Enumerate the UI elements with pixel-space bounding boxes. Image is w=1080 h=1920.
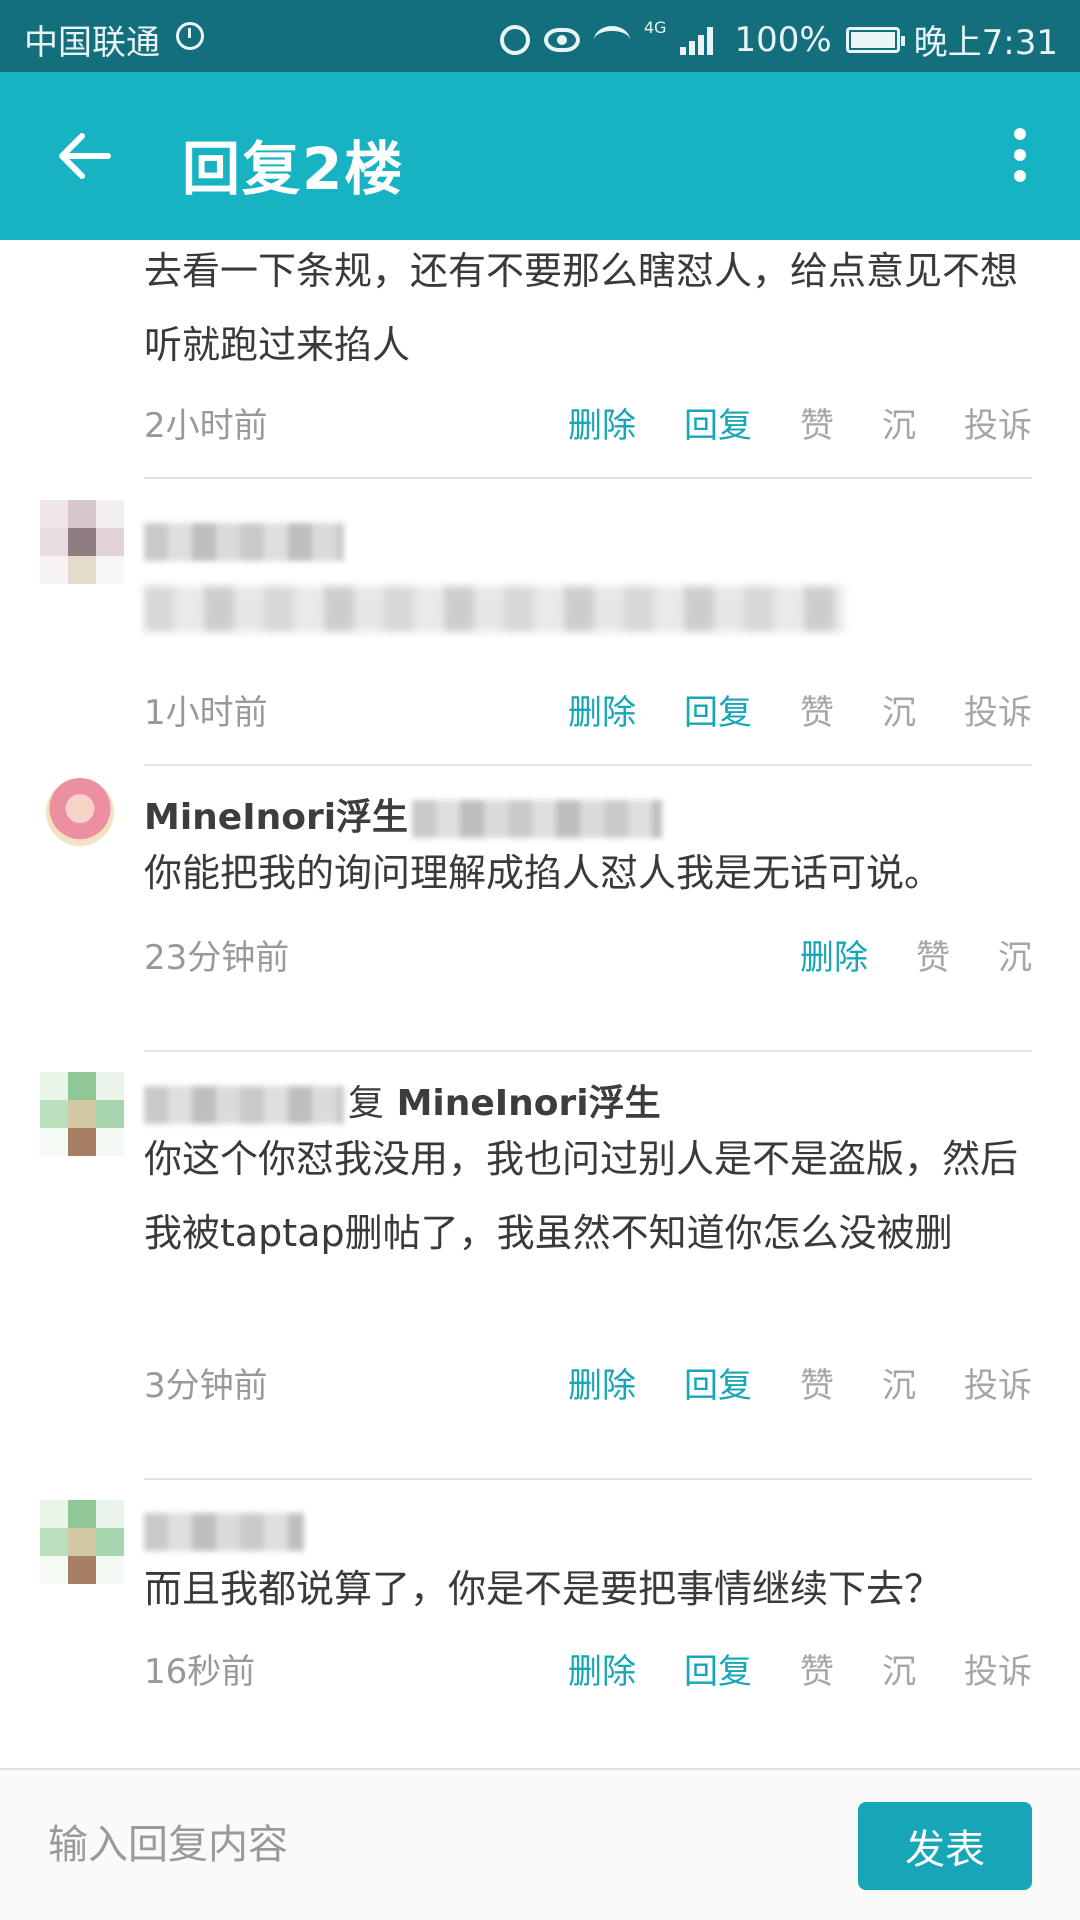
like-button[interactable]: 赞 bbox=[800, 1358, 834, 1407]
battery-icon bbox=[845, 26, 905, 53]
comment-time: 1小时前 bbox=[144, 693, 268, 733]
report-button[interactable]: 投诉 bbox=[964, 398, 1032, 447]
sink-button[interactable]: 沉 bbox=[882, 398, 916, 447]
status-bar: 中国联通 4G 100% 晚上7:31 bbox=[0, 0, 1080, 72]
comment-meta: 23分钟前 删除 赞 沉 bbox=[144, 930, 1032, 980]
reply-button[interactable]: 回复 bbox=[684, 1644, 752, 1693]
reply-list: 去看一下条规，还有不要那么瞎怼人，给点意见不想听就跑过来掐人 2小时前 删除 回… bbox=[0, 240, 1080, 1768]
like-button[interactable]: 赞 bbox=[800, 398, 834, 447]
avatar[interactable] bbox=[40, 500, 124, 584]
comment-actions: 删除 回复 赞 沉 投诉 bbox=[568, 685, 1032, 734]
reply-button[interactable]: 回复 bbox=[684, 398, 752, 447]
delete-button[interactable]: 删除 bbox=[568, 1358, 636, 1407]
divider bbox=[144, 477, 1032, 479]
comment-author[interactable]: 复 MineInori浮生 bbox=[144, 1074, 661, 1126]
more-options-icon[interactable] bbox=[1014, 128, 1028, 182]
reply-button[interactable]: 回复 bbox=[684, 1358, 752, 1407]
comment-meta: 16秒前 删除 回复 赞 沉 投诉 bbox=[144, 1644, 1032, 1694]
comment-actions: 删除 回复 赞 沉 投诉 bbox=[568, 1644, 1032, 1693]
comment-time: 23分钟前 bbox=[144, 938, 290, 978]
comment-time: 2小时前 bbox=[144, 406, 268, 446]
back-arrow-icon[interactable] bbox=[52, 124, 116, 188]
carrier-label: 中国联通 bbox=[24, 23, 160, 63]
like-button[interactable]: 赞 bbox=[916, 930, 950, 979]
comment-time: 3分钟前 bbox=[144, 1366, 268, 1406]
eye-comfort-icon bbox=[543, 27, 580, 52]
delete-button[interactable]: 删除 bbox=[800, 930, 868, 979]
comment-actions: 删除 回复 赞 沉 投诉 bbox=[568, 1358, 1032, 1407]
reply-bar: 发表 bbox=[0, 1768, 1080, 1920]
page-title: 回复2楼 bbox=[182, 135, 405, 203]
divider bbox=[144, 764, 1032, 766]
clock: 晚上7:31 bbox=[913, 23, 1058, 63]
reply-button[interactable]: 回复 bbox=[684, 685, 752, 734]
comment-actions: 删除 回复 赞 沉 投诉 bbox=[568, 398, 1032, 447]
avatar[interactable] bbox=[46, 778, 114, 846]
comment-text: 你能把我的询问理解成掐人怼人我是无话可说。 bbox=[144, 851, 943, 895]
comment-author[interactable] bbox=[144, 1510, 304, 1551]
reply-input[interactable] bbox=[48, 1810, 828, 1880]
comment-author[interactable] bbox=[144, 520, 344, 561]
delete-button[interactable]: 删除 bbox=[568, 1644, 636, 1693]
comment-text: 你这个你怼我没用，我也问过别人是不是盗版，然后我被taptap删帖了，我虽然不知… bbox=[144, 1137, 1019, 1255]
comment-actions: 删除 赞 沉 bbox=[800, 930, 1032, 979]
avatar[interactable] bbox=[40, 1072, 124, 1156]
comment-meta: 3分钟前 删除 回复 赞 沉 投诉 bbox=[144, 1358, 1032, 1408]
signal-icon bbox=[680, 25, 720, 55]
like-button[interactable]: 赞 bbox=[800, 1644, 834, 1693]
comment-time: 16秒前 bbox=[144, 1652, 256, 1692]
comment-author[interactable]: MineInori浮生 bbox=[144, 788, 663, 840]
sink-button[interactable]: 沉 bbox=[882, 1358, 916, 1407]
comment-meta: 2小时前 删除 回复 赞 沉 投诉 bbox=[144, 398, 1032, 448]
network-type: 4G bbox=[643, 18, 667, 37]
reply-to-name[interactable]: MineInori浮生 bbox=[397, 1083, 661, 1124]
wifi-icon bbox=[593, 25, 630, 54]
delete-button[interactable]: 删除 bbox=[568, 398, 636, 447]
alarm-icon bbox=[499, 24, 530, 55]
status-icons: 4G 100% 晚上7:31 bbox=[499, 15, 1058, 64]
report-button[interactable]: 投诉 bbox=[964, 1644, 1032, 1693]
sink-button[interactable]: 沉 bbox=[882, 1644, 916, 1693]
send-button[interactable]: 发表 bbox=[858, 1802, 1032, 1890]
comment-text: 去看一下条规，还有不要那么瞎怼人，给点意见不想听就跑过来掐人 bbox=[144, 249, 1019, 367]
sink-button[interactable]: 沉 bbox=[882, 685, 916, 734]
delete-button[interactable]: 删除 bbox=[568, 685, 636, 734]
divider bbox=[144, 1478, 1032, 1480]
report-button[interactable]: 投诉 bbox=[964, 685, 1032, 734]
like-button[interactable]: 赞 bbox=[800, 685, 834, 734]
comment-text-redacted bbox=[144, 586, 844, 632]
app-bar: 回复2楼 bbox=[0, 72, 1080, 240]
avatar[interactable] bbox=[40, 1500, 124, 1584]
comment-text: 而且我都说算了，你是不是要把事情继续下去？ bbox=[144, 1567, 943, 1611]
sink-button[interactable]: 沉 bbox=[998, 930, 1032, 979]
reply-label: 复 bbox=[348, 1083, 385, 1124]
timer-icon bbox=[176, 22, 204, 50]
battery-percent: 100% bbox=[734, 19, 832, 60]
divider bbox=[144, 1050, 1032, 1052]
comment-meta: 1小时前 删除 回复 赞 沉 投诉 bbox=[144, 685, 1032, 735]
author-name: MineInori浮生 bbox=[144, 797, 409, 838]
report-button[interactable]: 投诉 bbox=[964, 1358, 1032, 1407]
